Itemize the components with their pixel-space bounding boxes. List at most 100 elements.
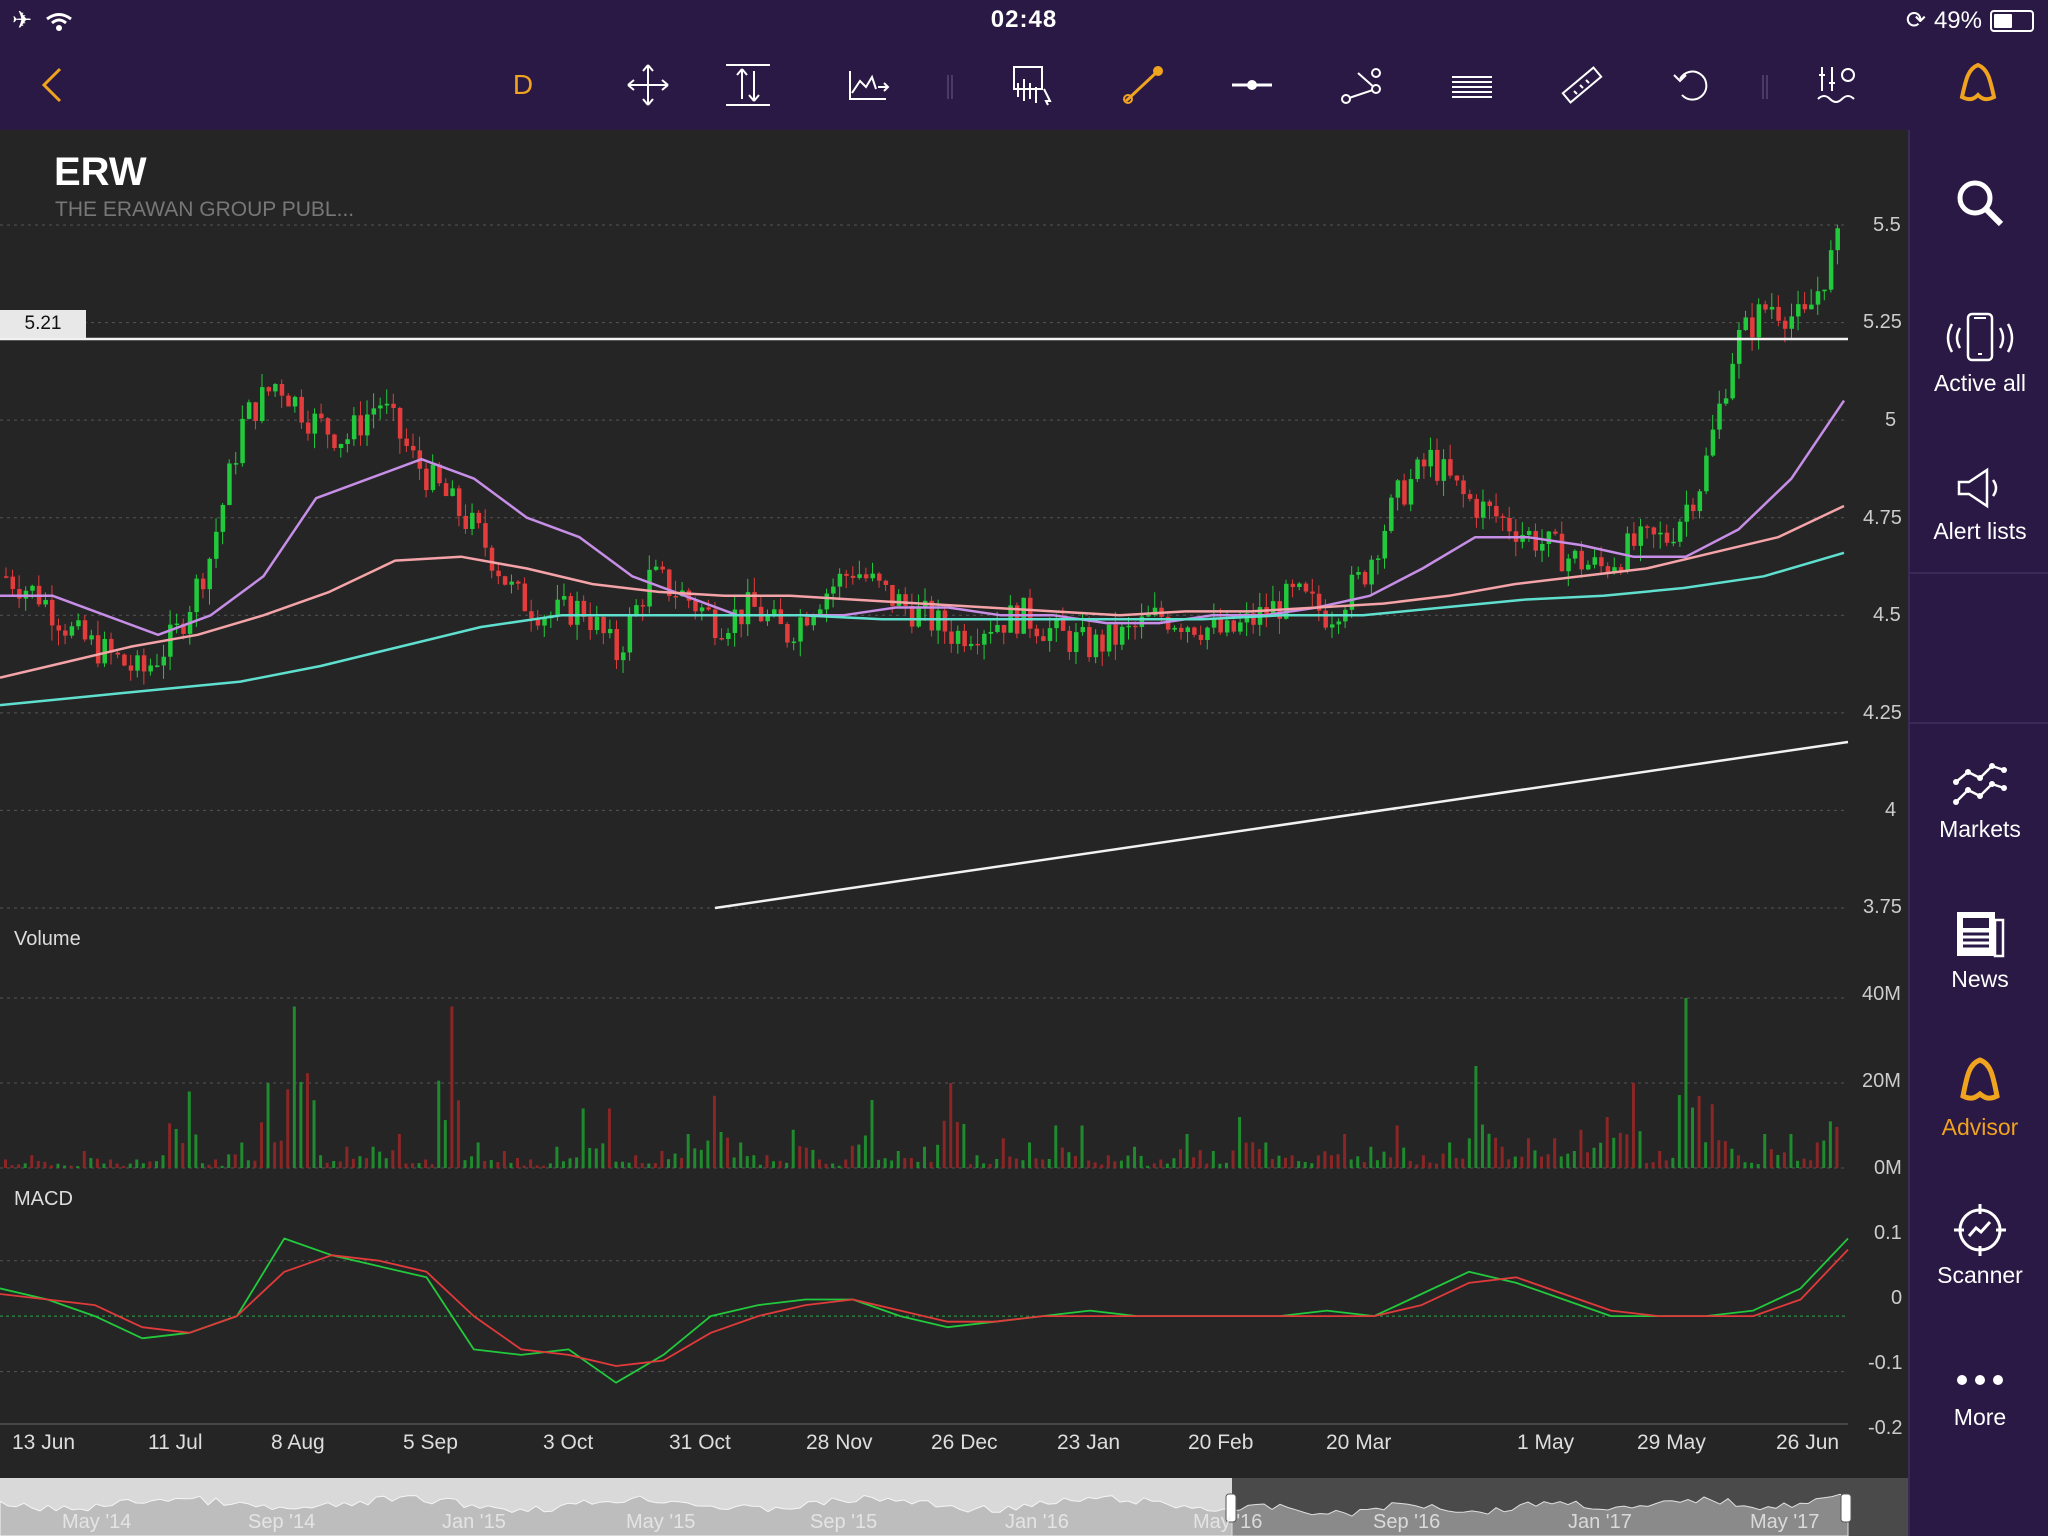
volume-bar (804, 1147, 808, 1168)
candle-body (430, 464, 436, 491)
chart-settings-button[interactable] (1810, 60, 1866, 110)
candle-body (397, 407, 403, 439)
candle-body (1638, 526, 1644, 546)
candle-body (896, 594, 902, 606)
markets-icon (1953, 763, 2007, 805)
volume-bar (174, 1128, 178, 1168)
sidebar-item-more[interactable]: More (1910, 1362, 2048, 1431)
candle-body (1119, 626, 1125, 645)
volume-bar (1329, 1155, 1333, 1168)
candle-body (706, 607, 711, 610)
chart-area[interactable] (0, 130, 1908, 1472)
indicators-button[interactable] (1004, 60, 1060, 110)
candle-body (1087, 627, 1092, 658)
advisor-logo-button[interactable] (1950, 60, 2006, 110)
candle-body (1179, 627, 1184, 633)
volume-bar (1198, 1150, 1202, 1168)
volume-bar (535, 1165, 539, 1168)
volume-bar (1087, 1160, 1091, 1168)
vertical-scale-button[interactable] (720, 60, 776, 110)
volume-bar (588, 1147, 592, 1168)
volume-bar (739, 1142, 743, 1168)
trendline-tool-button[interactable] (1114, 60, 1170, 110)
price-marker-label[interactable]: 5.21 (0, 310, 86, 338)
sidebar-item-scanner[interactable]: Scanner (1910, 1204, 2048, 1289)
candle-body (916, 606, 921, 627)
candle-body (653, 566, 659, 570)
volume-bar (1421, 1155, 1425, 1168)
volume-bar (1408, 1160, 1412, 1168)
candle-body (1796, 304, 1801, 317)
volume-bar (1723, 1141, 1727, 1168)
volume-bar (1073, 1156, 1077, 1168)
volume-bar (1671, 1157, 1675, 1168)
search-button[interactable] (1910, 176, 2048, 236)
volume-bar (1402, 1147, 1406, 1168)
candle-body (968, 643, 974, 647)
volume-bar (1008, 1156, 1012, 1168)
volume-bar (831, 1163, 835, 1168)
candle-body (365, 414, 370, 436)
undo-icon (1673, 70, 1708, 101)
fibonacci-tool-button[interactable] (1444, 60, 1500, 110)
candle-body (1218, 618, 1223, 633)
volume-bar (214, 1159, 218, 1168)
candle-body (351, 415, 357, 440)
volume-bar (305, 1073, 309, 1168)
volume-bar (1566, 1153, 1570, 1168)
volume-bar (1454, 1157, 1458, 1168)
price-tick: 4.5 (1873, 604, 1901, 626)
candle-body (798, 617, 803, 642)
sidebar-item-news[interactable]: News (1910, 910, 2048, 993)
sidebar-item-markets[interactable]: Markets (1910, 762, 2048, 843)
toolbar-separator-2 (1740, 60, 1790, 110)
chart-toolbar: D (0, 40, 2048, 130)
volume-bar (1448, 1142, 1452, 1168)
volume-bar (207, 1164, 211, 1168)
volume-bar (575, 1157, 579, 1168)
candle-body (279, 384, 285, 396)
candle-body (1487, 501, 1493, 506)
moving-average-line (0, 504, 1845, 679)
navigator-label: Jan '16 (1005, 1511, 1069, 1533)
chevron-left-icon (41, 67, 62, 103)
volume-bar (10, 1165, 14, 1168)
navigator-label: Sep '14 (248, 1511, 316, 1533)
company-name: THE ERAWAN GROUP PUBL... (55, 198, 355, 221)
volume-bar (1540, 1156, 1544, 1168)
timeframe-button[interactable]: D (495, 60, 551, 110)
candle-body (1776, 306, 1781, 321)
path-tool-button[interactable] (1334, 60, 1390, 110)
candle-body (739, 609, 744, 625)
sidebar-item-alert-lists[interactable]: Alert lists (1910, 464, 2048, 545)
horizontal-line-tool-button[interactable] (1224, 60, 1280, 110)
volume-bar (1631, 1083, 1635, 1168)
back-button[interactable] (26, 60, 82, 110)
navigator-label: May '15 (626, 1511, 696, 1533)
volume-bar (673, 1153, 677, 1168)
candle-body (135, 655, 140, 671)
candle-body (1467, 494, 1473, 499)
candle-body (1566, 558, 1571, 572)
ruler-tool-button[interactable] (1554, 60, 1610, 110)
pan-tool-button[interactable] (620, 60, 676, 110)
volume-bar (89, 1158, 93, 1168)
candle-body (174, 623, 180, 626)
sidebar-item-active-all[interactable]: Active all (1910, 312, 2048, 397)
sidebar-item-advisor[interactable]: Advisor (1910, 1056, 2048, 1141)
candle-body (1723, 398, 1729, 404)
battery-percent: 49% (1933, 6, 1982, 34)
candle-body (378, 405, 383, 409)
volume-bar (227, 1154, 231, 1168)
candle-body (699, 607, 705, 612)
navigator-right-handle[interactable] (1840, 1493, 1852, 1523)
volume-bar (1684, 998, 1688, 1168)
trend-line[interactable] (714, 740, 1849, 910)
volume-bar (1487, 1133, 1491, 1168)
candle-body (1710, 429, 1716, 456)
chart-type-button[interactable] (840, 60, 896, 110)
volume-bar (4, 1159, 7, 1168)
date-tick: 20 Feb (1188, 1431, 1254, 1454)
undo-button[interactable] (1664, 60, 1720, 110)
candle-body (640, 605, 646, 607)
